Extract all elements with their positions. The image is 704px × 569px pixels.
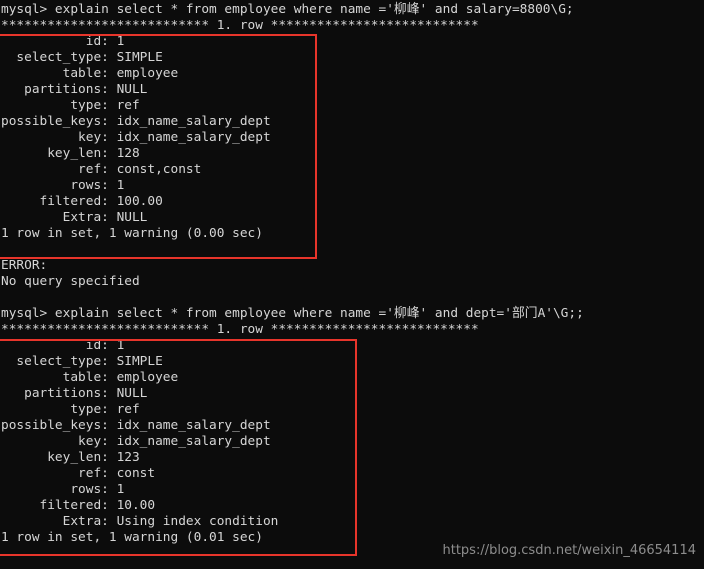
terminal-line: Extra: Using index condition [1, 514, 279, 529]
terminal-error-message: No query specified [1, 274, 140, 289]
terminal-window[interactable]: mysql> explain select * from employee wh… [0, 0, 704, 569]
terminal-line: key: idx_name_salary_dept [1, 434, 271, 449]
terminal-line: 1 row in set, 1 warning (0.00 sec) [1, 226, 263, 241]
terminal-line: table: employee [1, 370, 179, 385]
terminal-line: partitions: NULL [1, 386, 148, 401]
terminal-line: id: 1 [1, 34, 125, 49]
terminal-line: possible_keys: idx_name_salary_dept [1, 418, 271, 433]
terminal-output: mysql> explain select * from employee wh… [0, 0, 704, 546]
terminal-line: id: 1 [1, 338, 125, 353]
terminal-line: table: employee [1, 66, 179, 81]
terminal-line: filtered: 100.00 [1, 194, 163, 209]
watermark-url: https://blog.csdn.net/weixin_46654114 [442, 543, 696, 558]
terminal-line: partitions: NULL [1, 82, 148, 97]
terminal-line: type: ref [1, 402, 140, 417]
terminal-line: *************************** 1. row *****… [1, 18, 479, 33]
terminal-line: ref: const,const [1, 162, 202, 177]
terminal-line: possible_keys: idx_name_salary_dept [1, 114, 271, 129]
terminal-line: ref: const [1, 466, 156, 481]
terminal-error-label: ERROR: [1, 258, 48, 273]
terminal-line: select_type: SIMPLE [1, 354, 163, 369]
terminal-line: key_len: 128 [1, 146, 140, 161]
terminal-line: filtered: 10.00 [1, 498, 156, 513]
terminal-line: key: idx_name_salary_dept [1, 130, 271, 145]
terminal-line: Extra: NULL [1, 210, 148, 225]
terminal-line: type: ref [1, 98, 140, 113]
terminal-line: rows: 1 [1, 482, 125, 497]
terminal-line: *************************** 1. row *****… [1, 322, 479, 337]
terminal-line: rows: 1 [1, 178, 125, 193]
terminal-line: key_len: 123 [1, 450, 140, 465]
terminal-line: mysql> explain select * from employee wh… [1, 2, 574, 17]
terminal-line: select_type: SIMPLE [1, 50, 163, 65]
terminal-line: mysql> explain select * from employee wh… [1, 306, 584, 321]
